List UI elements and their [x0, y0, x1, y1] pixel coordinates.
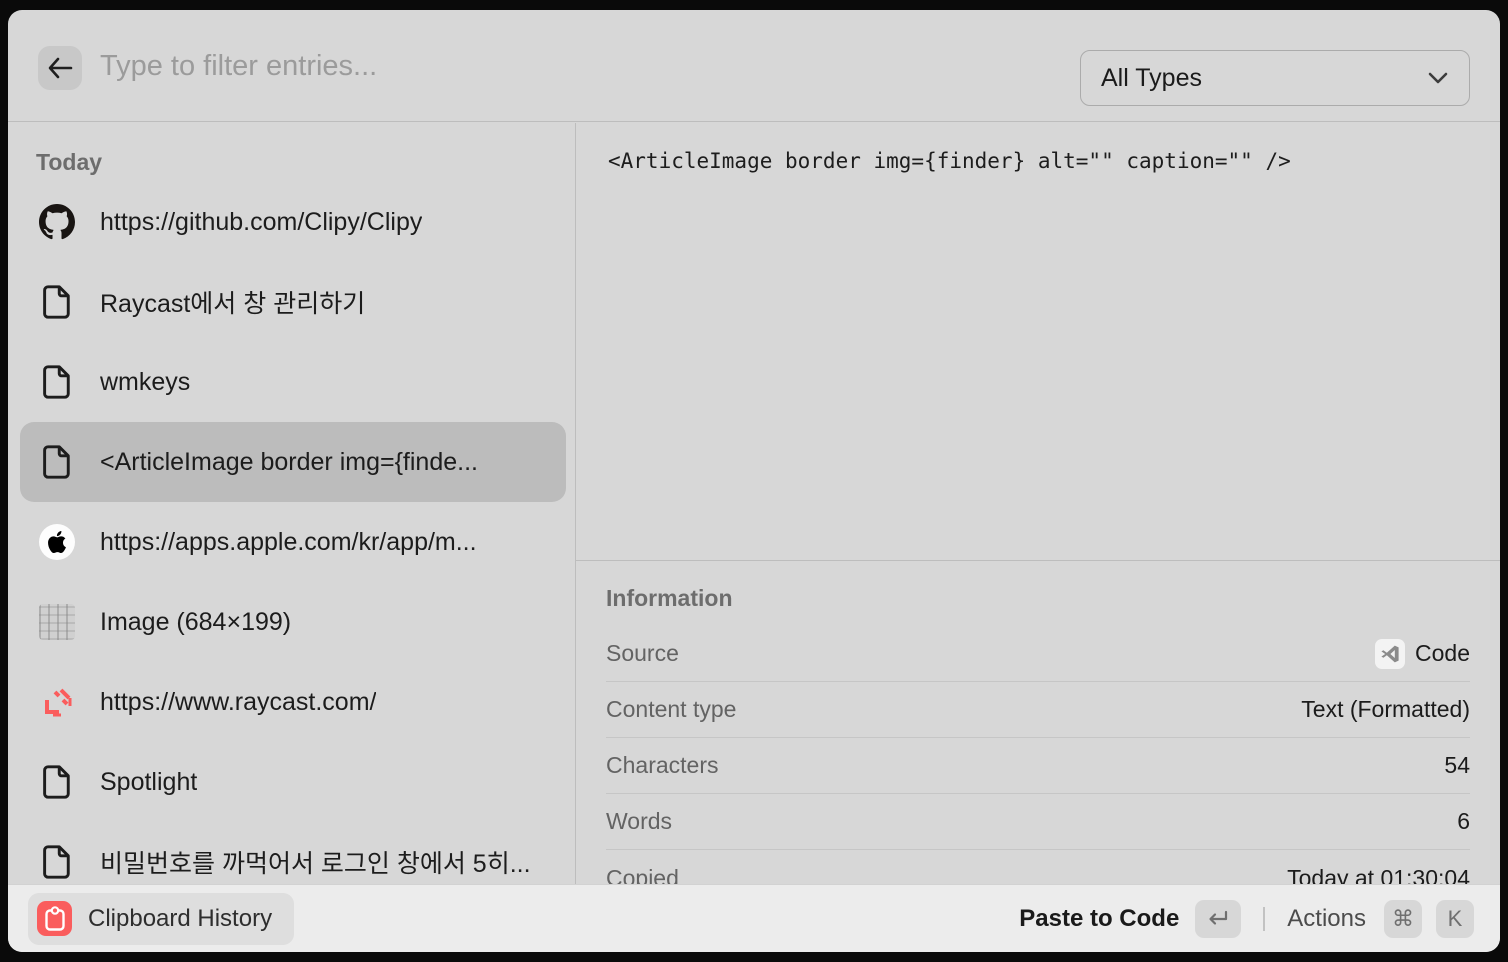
k-key: K: [1436, 900, 1474, 938]
document-icon: [38, 363, 76, 401]
clipboard-content-preview: <ArticleImage border img={finder} alt=""…: [576, 123, 1500, 199]
entry-label: Spotlight: [100, 768, 197, 797]
entry-detail-panel: <ArticleImage border img={finder} alt=""…: [576, 123, 1500, 884]
clipboard-entry-list: Today https://github.com/Clipy/Clipy Ray…: [8, 123, 575, 884]
info-label: Content type: [606, 696, 736, 723]
info-row-source: Source Code: [606, 626, 1470, 682]
information-title: Information: [606, 585, 1470, 612]
raycast-icon: [38, 683, 76, 721]
info-value: 6: [1457, 808, 1470, 835]
paste-to-code-button[interactable]: Paste to Code: [1019, 900, 1241, 938]
entry-label: 비밀번호를 까먹어서 로그인 창에서 5히...: [100, 844, 531, 880]
actions-button[interactable]: Actions ⌘ K: [1287, 900, 1474, 938]
list-item[interactable]: https://www.raycast.com/: [20, 662, 566, 742]
info-value: Text (Formatted): [1301, 696, 1470, 723]
footer-separator: [1263, 907, 1265, 931]
section-label-today: Today: [36, 149, 575, 176]
entry-label: Raycast에서 창 관리하기: [100, 284, 365, 320]
info-value: Code: [1375, 639, 1470, 669]
arrow-left-icon: [47, 57, 73, 79]
search-header: All Types: [8, 10, 1500, 122]
info-label: Copied: [606, 865, 679, 885]
search-input[interactable]: [100, 40, 1000, 92]
entry-label: <ArticleImage border img={finde...: [100, 448, 478, 477]
image-thumbnail: [38, 603, 76, 641]
info-row-copied: Copied Today at 01:30:04: [606, 850, 1470, 884]
list-item[interactable]: Raycast에서 창 관리하기: [20, 262, 566, 342]
list-item[interactable]: Spotlight: [20, 742, 566, 822]
app-name: Clipboard History: [88, 905, 272, 933]
enter-key-icon: [1195, 900, 1241, 938]
back-button[interactable]: [38, 46, 82, 90]
list-item[interactable]: Image (684×199): [20, 582, 566, 662]
entry-label: Image (684×199): [100, 608, 291, 637]
chevron-down-icon: [1427, 71, 1449, 85]
apple-icon: [38, 523, 76, 561]
document-icon: [38, 763, 76, 801]
info-label: Source: [606, 640, 679, 667]
list-item[interactable]: wmkeys: [20, 342, 566, 422]
clipboard-icon: [37, 901, 72, 936]
info-row-content-type: Content type Text (Formatted): [606, 682, 1470, 738]
type-filter-label: All Types: [1101, 64, 1427, 93]
info-row-characters: Characters 54: [606, 738, 1470, 794]
info-label: Characters: [606, 752, 718, 779]
github-icon: [38, 203, 76, 241]
document-icon: [38, 283, 76, 321]
raycast-clipboard-window: All Types Today https://github.com/Clipy…: [8, 10, 1500, 952]
app-chip: Clipboard History: [28, 893, 294, 945]
command-key-icon: ⌘: [1384, 900, 1422, 938]
entry-label: https://github.com/Clipy/Clipy: [100, 208, 422, 237]
info-value: 54: [1444, 752, 1470, 779]
list-item[interactable]: https://github.com/Clipy/Clipy: [20, 182, 566, 262]
entry-label: https://www.raycast.com/: [100, 688, 376, 717]
info-row-words: Words 6: [606, 794, 1470, 850]
footer-action-bar: Clipboard History Paste to Code Actions …: [8, 884, 1500, 952]
information-section: Information Source Code Content type Tex…: [576, 560, 1500, 884]
actions-label: Actions: [1287, 905, 1366, 933]
vscode-icon: [1375, 639, 1405, 669]
info-label: Words: [606, 808, 672, 835]
list-item[interactable]: 비밀번호를 까먹어서 로그인 창에서 5히...: [20, 822, 566, 884]
entry-label: wmkeys: [100, 368, 190, 397]
entry-label: https://apps.apple.com/kr/app/m...: [100, 528, 477, 557]
document-icon: [38, 843, 76, 881]
paste-to-code-label: Paste to Code: [1019, 905, 1179, 933]
document-icon: [38, 443, 76, 481]
info-value: Today at 01:30:04: [1287, 865, 1470, 885]
type-filter-dropdown[interactable]: All Types: [1080, 50, 1470, 106]
list-item-selected[interactable]: <ArticleImage border img={finde...: [20, 422, 566, 502]
list-item[interactable]: https://apps.apple.com/kr/app/m...: [20, 502, 566, 582]
